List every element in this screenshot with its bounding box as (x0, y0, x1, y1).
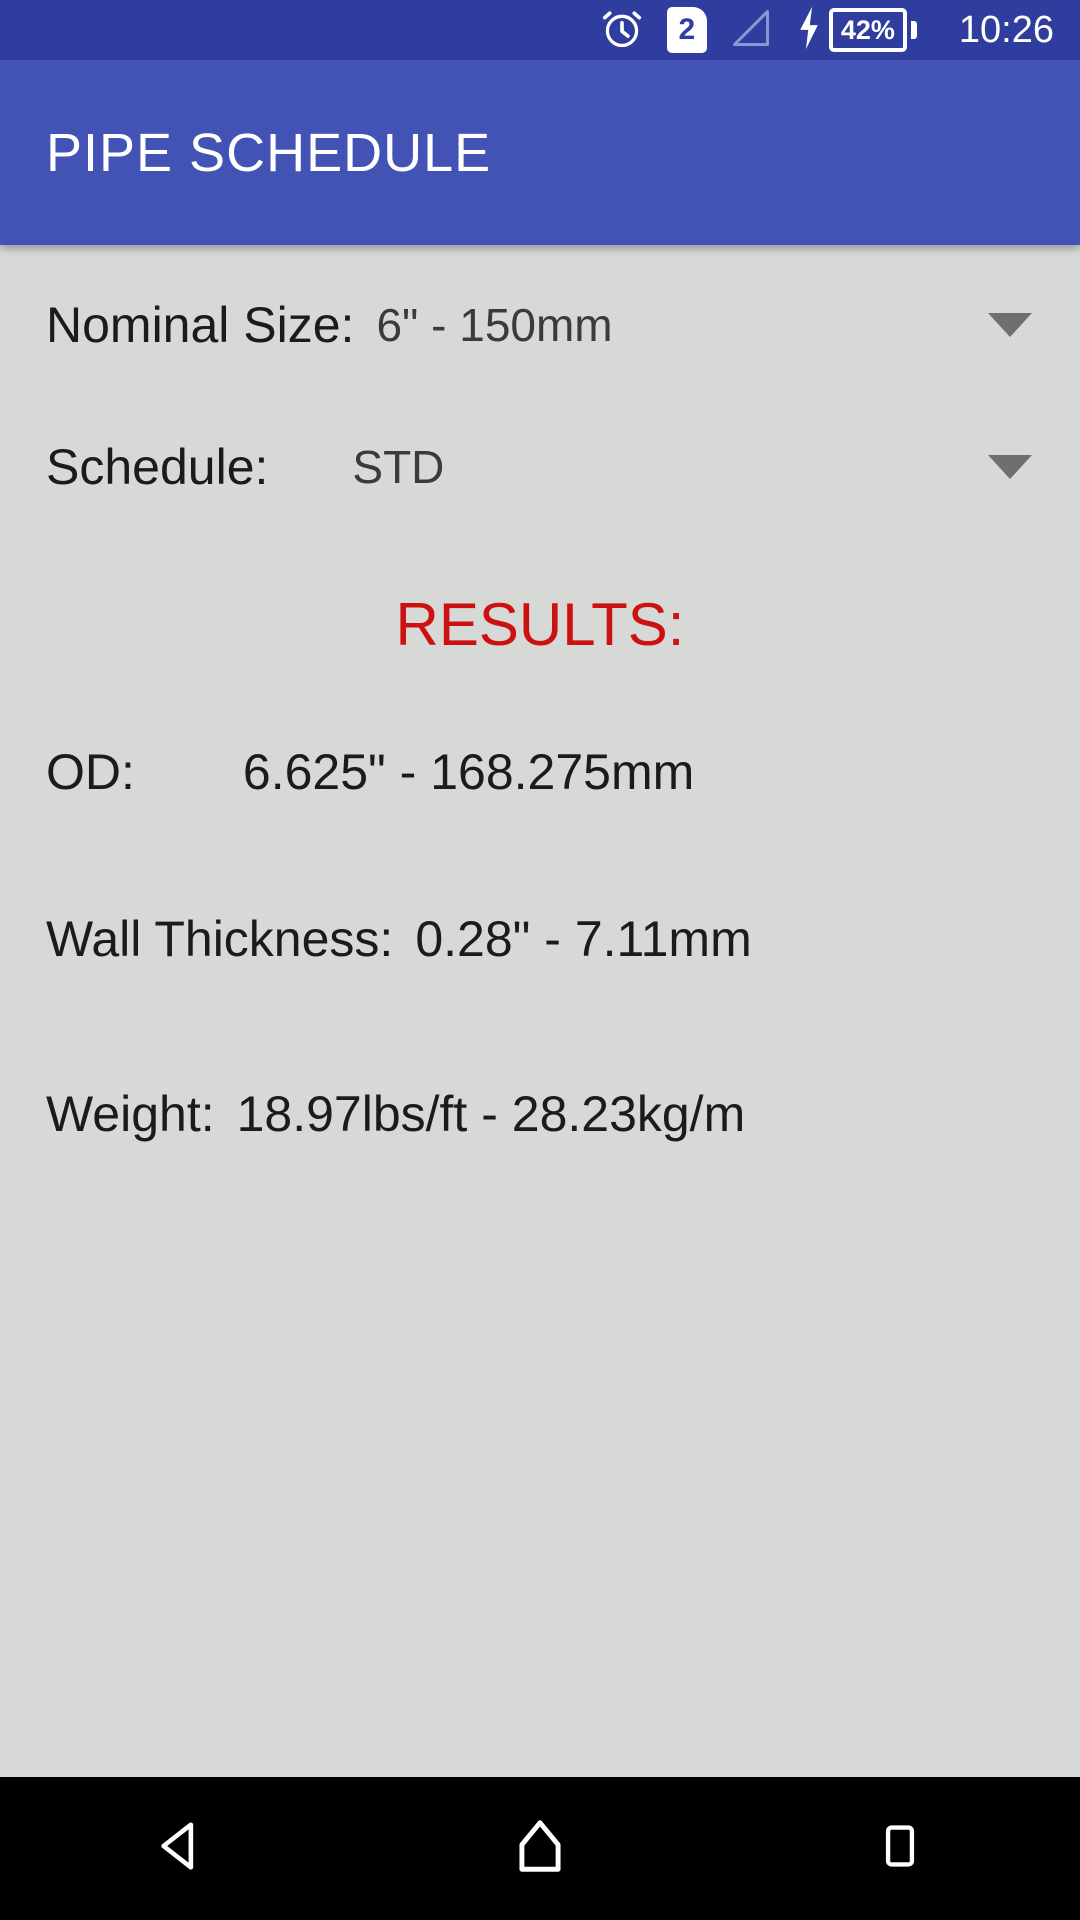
result-row-od: OD: 6.625" - 168.275mm (0, 743, 1080, 801)
battery-icon: 42% (828, 8, 907, 52)
home-icon (509, 1815, 571, 1882)
signal-bars-empty-icon (729, 6, 773, 55)
schedule-row[interactable]: Schedule: STD (0, 427, 1080, 507)
charging-bolt-icon (795, 5, 823, 56)
result-label: OD: (46, 744, 135, 800)
battery-level-label: 42% (840, 14, 895, 45)
chevron-down-icon[interactable] (988, 455, 1032, 479)
status-bar: 2 42% 10:26 (0, 0, 1080, 60)
result-value: 18.97lbs/ft - 28.23kg/m (236, 1086, 746, 1142)
schedule-value[interactable]: STD (352, 440, 444, 494)
recents-button[interactable] (800, 1777, 1000, 1920)
main-content: Nominal Size: 6" - 150mm Schedule: STD R… (0, 245, 1080, 1777)
result-row-weight: Weight: 18.97lbs/ft - 28.23kg/m (0, 1085, 1080, 1143)
page-title: PIPE SCHEDULE (46, 122, 492, 183)
app-bar: PIPE SCHEDULE (0, 60, 1080, 245)
nominal-size-label: Nominal Size: (46, 297, 355, 353)
back-triangle-icon (151, 1817, 209, 1880)
battery-status: 42% (795, 5, 917, 56)
alarm-clock-icon (599, 4, 645, 57)
battery-cap-icon (910, 21, 917, 39)
nominal-size-row[interactable]: Nominal Size: 6" - 150mm (0, 285, 1080, 365)
result-value: 6.625" - 168.275mm (242, 744, 695, 800)
status-bar-icons: 2 42% 10:26 (599, 4, 1054, 57)
chevron-down-icon[interactable] (988, 313, 1032, 337)
schedule-label: Schedule: (46, 439, 269, 495)
recents-square-icon (874, 1820, 926, 1877)
status-bar-clock: 10:26 (958, 9, 1054, 51)
result-value: 0.28" - 7.11mm (415, 911, 752, 967)
sim-card-label: 2 (678, 13, 696, 46)
result-row-wall-thickness: Wall Thickness: 0.28" - 7.11mm (0, 910, 1080, 968)
results-heading: RESULTS: (395, 591, 685, 658)
result-label: Weight: (46, 1086, 215, 1142)
nominal-size-value[interactable]: 6" - 150mm (376, 298, 612, 352)
home-button[interactable] (440, 1777, 640, 1920)
sim-card-icon: 2 (666, 7, 707, 53)
android-navigation-bar (0, 1777, 1080, 1920)
result-label: Wall Thickness: (46, 911, 394, 967)
back-button[interactable] (80, 1777, 280, 1920)
